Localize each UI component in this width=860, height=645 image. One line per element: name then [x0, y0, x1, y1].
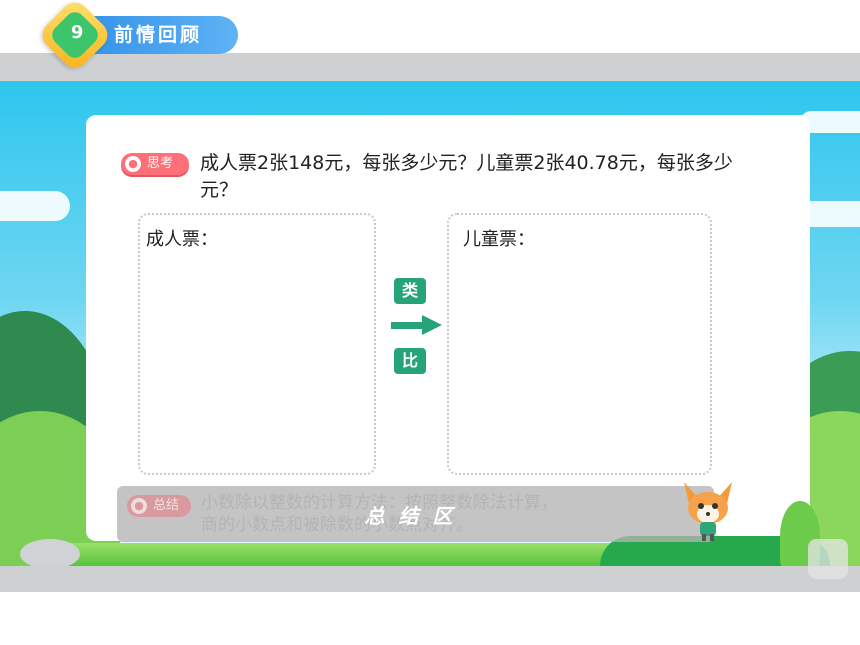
child-ticket-label: 儿童票：	[463, 229, 535, 250]
adult-ticket-label: 成人票：	[146, 229, 218, 250]
think-badge: ● 思考	[121, 153, 189, 175]
lightbulb-icon: ●	[125, 156, 141, 172]
nav-button[interactable]	[808, 539, 848, 579]
right-arrow-icon	[391, 322, 425, 329]
question-text: 成人票2张148元，每张多少元？儿童票2张40.78元，每张多少元？	[200, 152, 733, 201]
fox-mascot-icon	[684, 482, 732, 541]
bottom-letterbox	[0, 566, 860, 592]
summary-overlay-title: 总结区	[364, 504, 467, 528]
adult-ticket-box: 成人票：	[138, 213, 376, 475]
top-letterbox	[0, 53, 860, 81]
think-badge-label: 思考	[147, 156, 174, 171]
compare-tag-bottom: 比	[394, 348, 426, 374]
summary-panel[interactable]: ● 总结 小数除以整数的计算方法：按照整数除法计算， 商的小数点和被除数的小数点…	[117, 486, 714, 542]
child-ticket-box: 儿童票：	[447, 213, 712, 475]
right-arrow-head-icon	[422, 315, 442, 335]
cloud	[0, 191, 70, 221]
compare-tag-top: 类	[394, 278, 426, 304]
bush	[20, 539, 80, 566]
